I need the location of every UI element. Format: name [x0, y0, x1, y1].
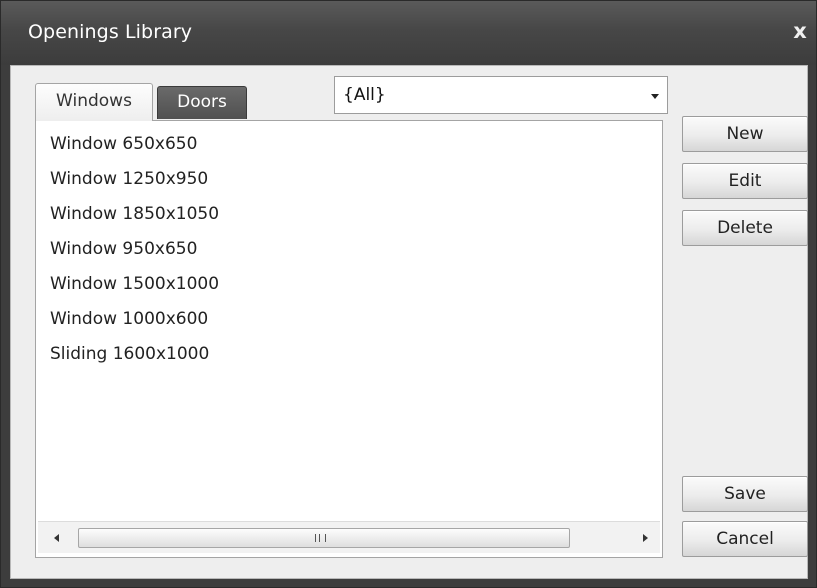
close-icon[interactable]: x — [787, 18, 813, 44]
filter-dropdown-value: {All} — [343, 85, 386, 105]
list-item[interactable]: Sliding 1600x1000 — [50, 339, 209, 369]
arrow-right-icon — [643, 534, 648, 542]
list-item[interactable]: Window 1500x1000 — [50, 269, 219, 299]
chevron-down-icon[interactable] — [651, 94, 659, 99]
title-bar[interactable]: Openings Library x — [1, 1, 816, 65]
openings-list[interactable]: Window 650x650 Window 1250x950 Window 18… — [38, 123, 660, 521]
list-item[interactable]: Window 1850x1050 — [50, 199, 219, 229]
dialog-body: Windows Doors {All} Window 650x650 Windo… — [10, 65, 808, 579]
tab-windows[interactable]: Windows — [35, 83, 153, 121]
horizontal-scrollbar[interactable] — [38, 521, 660, 553]
cancel-button[interactable]: Cancel — [682, 521, 808, 557]
openings-list-panel: Window 650x650 Window 1250x950 Window 18… — [35, 120, 663, 558]
list-item[interactable]: Window 1250x950 — [50, 164, 208, 194]
new-button[interactable]: New — [682, 116, 808, 152]
save-button[interactable]: Save — [682, 476, 808, 512]
tab-doors[interactable]: Doors — [157, 86, 247, 119]
scrollbar-thumb[interactable] — [78, 528, 570, 548]
filter-dropdown[interactable]: {All} — [334, 76, 668, 114]
dialog-title: Openings Library — [28, 21, 193, 43]
list-item[interactable]: Window 950x650 — [50, 234, 197, 264]
delete-button[interactable]: Delete — [682, 210, 808, 246]
grip-icon — [315, 534, 326, 542]
scroll-left-button[interactable] — [48, 528, 66, 548]
openings-library-dialog: Openings Library x Windows Doors {All} W… — [0, 0, 817, 588]
arrow-left-icon — [54, 534, 59, 542]
list-item[interactable]: Window 650x650 — [50, 129, 197, 159]
edit-button[interactable]: Edit — [682, 163, 808, 199]
scroll-right-button[interactable] — [636, 528, 654, 548]
list-item[interactable]: Window 1000x600 — [50, 304, 208, 334]
